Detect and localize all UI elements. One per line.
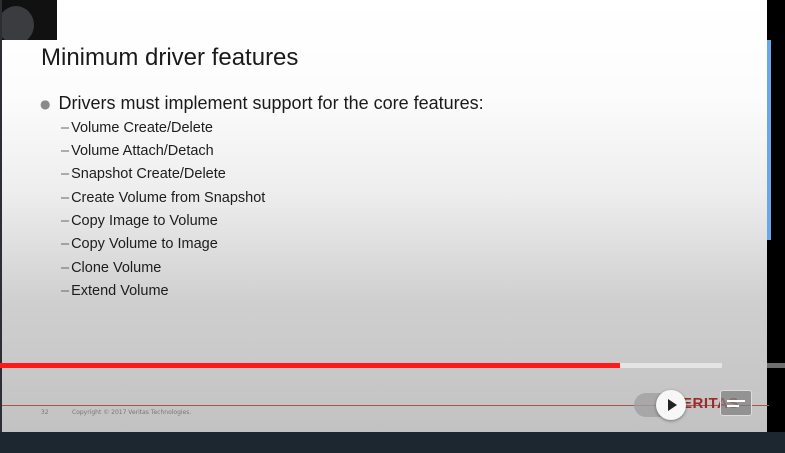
bullet-icon: ● (40, 96, 51, 111)
video-background-strip (0, 430, 785, 453)
progress-played[interactable] (0, 363, 620, 368)
bullet-text: Drivers must implement support for the c… (58, 93, 484, 113)
copyright-text: Copyright © 2017 Veritas Technologies. (72, 409, 192, 416)
slide-number: 32 (41, 409, 49, 416)
bullet-item: ● Drivers must implement support for the… (40, 93, 484, 114)
sub-item: – Volume Attach/Detach (61, 143, 214, 159)
progress-buffered (620, 363, 722, 368)
sub-item: – Copy Volume to Image (61, 236, 218, 252)
sub-item: – Snapshot Create/Delete (61, 166, 226, 182)
slide-title: Minimum driver features (41, 44, 299, 71)
sub-item: – Volume Create/Delete (61, 120, 213, 136)
play-icon[interactable] (656, 390, 686, 420)
sub-item: – Clone Volume (61, 260, 162, 276)
sub-item: – Create Volume from Snapshot (61, 190, 266, 206)
captions-icon[interactable] (720, 390, 752, 416)
speaker-thumbnail (2, 0, 57, 40)
sub-item: – Copy Image to Volume (61, 213, 218, 229)
sub-item: – Extend Volume (61, 283, 169, 299)
